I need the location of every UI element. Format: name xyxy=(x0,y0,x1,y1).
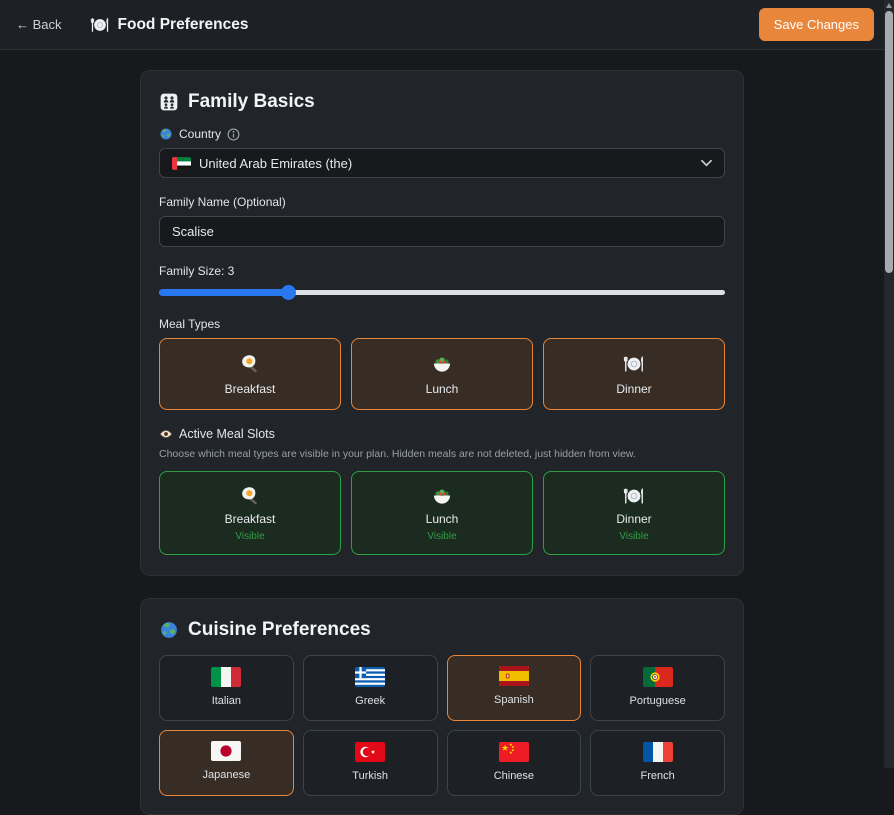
gr-flag-icon xyxy=(355,667,385,687)
tr-flag-icon xyxy=(355,742,385,762)
globe-icon xyxy=(159,620,179,640)
country-select-value: United Arab Emirates (the) xyxy=(199,156,352,171)
family-basics-title: Family Basics xyxy=(159,91,725,113)
family-name-label: Family Name (Optional) xyxy=(159,195,286,209)
section-title-text: Cuisine Preferences xyxy=(188,619,371,641)
cuisine-card[interactable]: Spanish xyxy=(447,655,582,721)
country-select[interactable]: United Arab Emirates (the) xyxy=(159,148,725,178)
cuisine-grid: Italian Greek Spanish Portuguese Japanes… xyxy=(159,655,725,796)
scrollbar-thumb[interactable] xyxy=(885,11,893,273)
active-meal-slots-grid: Breakfast Visible Lunch Visible Dinner V… xyxy=(159,471,725,555)
it-flag-icon xyxy=(211,667,241,687)
cuisine-card[interactable]: Chinese xyxy=(447,730,582,796)
meal-types-field: Meal Types Breakfast Lunch Dinner xyxy=(159,317,725,410)
cuisine-label: Chinese xyxy=(494,770,534,782)
scrollbar[interactable] xyxy=(884,0,894,768)
cuisine-label: Greek xyxy=(355,695,385,707)
cuisine-card[interactable]: Japanese xyxy=(159,730,294,796)
cuisine-card[interactable]: Greek xyxy=(303,655,438,721)
meal-types-grid: Breakfast Lunch Dinner xyxy=(159,338,725,410)
active-meal-slot-card[interactable]: Dinner Visible xyxy=(543,471,725,555)
cuisine-label: Italian xyxy=(212,695,241,707)
active-meal-slots-field: Active Meal Slots Choose which meal type… xyxy=(159,427,725,555)
cuisine-label: Portuguese xyxy=(629,695,685,707)
country-label: Country xyxy=(179,127,221,141)
cuisine-label: Spanish xyxy=(494,694,534,706)
chevron-down-icon xyxy=(701,159,712,167)
meal-type-card[interactable]: Lunch xyxy=(351,338,533,410)
fried-egg-icon xyxy=(239,485,261,507)
fried-egg-icon xyxy=(239,353,261,375)
family-size-field: Family Size: 3 xyxy=(159,264,725,300)
cuisine-card[interactable]: French xyxy=(590,730,725,796)
save-changes-button[interactable]: Save Changes xyxy=(759,8,874,41)
family-name-field: Family Name (Optional) xyxy=(159,195,725,247)
meal-types-label: Meal Types xyxy=(159,317,220,331)
cn-flag-icon xyxy=(499,742,529,762)
es-flag-icon xyxy=(499,666,529,686)
meal-type-card[interactable]: Breakfast xyxy=(159,338,341,410)
salad-icon xyxy=(431,353,453,375)
meal-label: Lunch xyxy=(426,512,459,526)
slider-fill xyxy=(159,289,289,296)
plate-icon xyxy=(623,485,645,507)
visibility-status: Visible xyxy=(619,531,648,542)
meal-label: Breakfast xyxy=(225,382,276,396)
pt-flag-icon xyxy=(643,667,673,687)
cuisine-label: Turkish xyxy=(352,770,388,782)
family-name-input[interactable] xyxy=(159,216,725,247)
eye-icon xyxy=(159,427,173,441)
top-bar: ← Back Food Preferences Save Changes xyxy=(0,0,894,50)
salad-icon xyxy=(431,485,453,507)
fr-flag-icon xyxy=(643,742,673,762)
meal-label: Dinner xyxy=(616,512,651,526)
uae-flag-icon xyxy=(172,157,191,170)
meal-type-card[interactable]: Dinner xyxy=(543,338,725,410)
cuisine-preferences-section: Cuisine Preferences Italian Greek Spanis… xyxy=(140,598,744,815)
cuisine-card[interactable]: Turkish xyxy=(303,730,438,796)
section-title-text: Family Basics xyxy=(188,91,315,113)
country-field: Country United Arab Emirates (the) xyxy=(159,127,725,178)
active-meal-slots-label: Active Meal Slots xyxy=(179,427,275,441)
main-content: Family Basics Country United Arab Emirat… xyxy=(140,70,894,815)
active-meal-slots-description: Choose which meal types are visible in y… xyxy=(159,448,725,460)
active-meal-slot-card[interactable]: Lunch Visible xyxy=(351,471,533,555)
active-meal-slot-card[interactable]: Breakfast Visible xyxy=(159,471,341,555)
jp-flag-icon xyxy=(211,741,241,761)
scroll-up-arrow-icon[interactable] xyxy=(886,3,892,8)
meal-label: Dinner xyxy=(616,382,651,396)
plate-icon xyxy=(90,15,110,35)
back-button[interactable]: ← Back xyxy=(14,13,64,36)
family-basics-section: Family Basics Country United Arab Emirat… xyxy=(140,70,744,576)
cuisine-card[interactable]: Portuguese xyxy=(590,655,725,721)
info-icon[interactable] xyxy=(227,128,240,141)
page-title: Food Preferences xyxy=(90,15,249,35)
visibility-status: Visible xyxy=(427,531,456,542)
page-title-text: Food Preferences xyxy=(118,16,249,34)
cuisine-preferences-title: Cuisine Preferences xyxy=(159,619,725,641)
cuisine-label: French xyxy=(641,770,675,782)
plate-icon xyxy=(623,353,645,375)
globe-icon xyxy=(159,127,173,141)
cuisine-card[interactable]: Italian xyxy=(159,655,294,721)
cuisine-label: Japanese xyxy=(203,769,251,781)
meal-label: Lunch xyxy=(426,382,459,396)
family-icon xyxy=(159,92,179,112)
family-size-slider[interactable] xyxy=(159,285,725,300)
family-size-label: Family Size: 3 xyxy=(159,264,234,278)
slider-thumb[interactable] xyxy=(281,285,296,300)
meal-label: Breakfast xyxy=(225,512,276,526)
visibility-status: Visible xyxy=(235,531,264,542)
